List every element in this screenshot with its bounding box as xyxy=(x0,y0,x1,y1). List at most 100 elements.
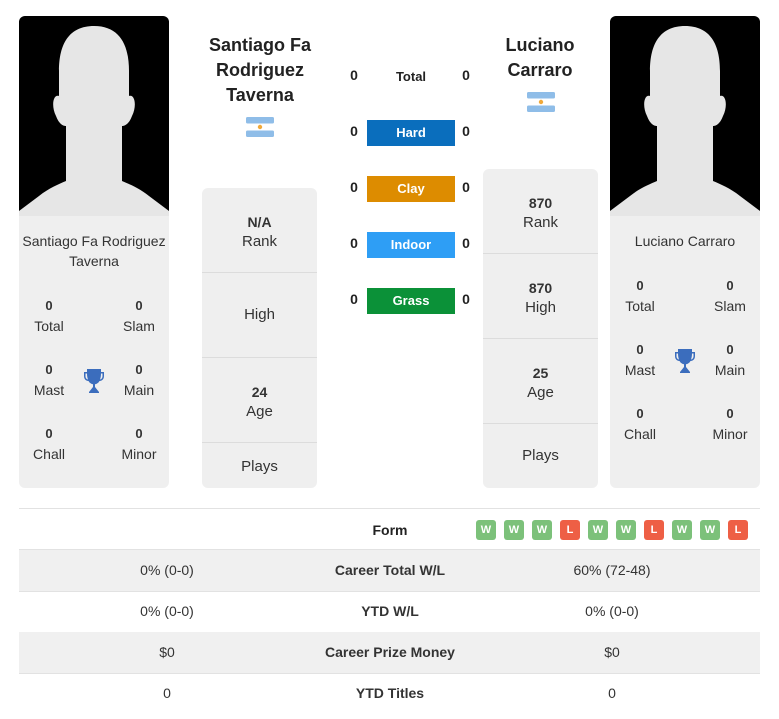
player1-name[interactable]: Santiago Fa Rodriguez Taverna xyxy=(180,33,340,108)
player2-rank: 870 Rank xyxy=(483,169,598,254)
player1-titles-total: 0 Total xyxy=(19,296,79,336)
form-badge-win: W xyxy=(532,520,552,540)
player2-titles-mast: 0 Mast xyxy=(610,340,670,380)
label: High xyxy=(525,299,556,316)
label: Mast xyxy=(624,362,656,378)
value: 0 xyxy=(135,298,143,313)
label: Age xyxy=(527,384,554,401)
h2h-clay-p1: 0 xyxy=(350,179,358,195)
value: N/A xyxy=(247,214,272,230)
h2h-hard-p2: 0 xyxy=(462,123,470,139)
value: 0 xyxy=(45,298,53,313)
player1-value: $0 xyxy=(159,644,175,660)
silhouette-icon xyxy=(19,26,169,216)
player2-card-name: Luciano Carraro xyxy=(610,231,760,251)
table-row-ytd-titles: 0 YTD Titles 0 xyxy=(19,673,760,714)
value: 870 xyxy=(528,195,553,211)
h2h-total-label: Total xyxy=(395,69,427,84)
player1-card-name-line1: Santiago Fa Rodriguez xyxy=(22,233,166,249)
h2h-grass-p2: 0 xyxy=(462,291,470,307)
label: Slam xyxy=(714,298,746,314)
form-badge-win: W xyxy=(672,520,692,540)
label: Chall xyxy=(33,446,65,462)
player2-photo xyxy=(610,16,760,216)
table-row-career-prize-money: $0 Career Prize Money $0 xyxy=(19,632,760,673)
player1-name-line1: Santiago Fa xyxy=(208,35,311,55)
label: High xyxy=(244,306,275,323)
surface-indoor-label: Indoor xyxy=(367,232,455,258)
label: Age xyxy=(246,403,273,420)
player1-card-name-line2: Taverna xyxy=(69,253,119,269)
table-row-career-total-wl: 0% (0-0) Career Total W/L 60% (72-48) xyxy=(19,550,760,591)
row-label: YTD W/L xyxy=(361,603,419,619)
value: 0 xyxy=(636,278,644,293)
player1-plays: Plays xyxy=(202,443,317,488)
h2h-total-p1: 0 xyxy=(350,67,358,83)
label: Minor xyxy=(712,426,748,442)
label: Rank xyxy=(522,214,559,231)
value: 0 xyxy=(636,406,644,421)
player2-info-panel: 870 Rank 870 High 25 Age Plays xyxy=(483,169,598,488)
player2-plays: Plays xyxy=(483,424,598,488)
label: Main xyxy=(123,382,155,398)
h2h-clay-p2: 0 xyxy=(462,179,470,195)
silhouette-icon xyxy=(610,26,760,216)
player2-name-line2: Carraro xyxy=(507,60,573,80)
player1-name-line2: Rodriguez xyxy=(216,60,304,80)
player2-titles-chall: 0 Chall xyxy=(610,404,670,444)
argentina-flag-icon xyxy=(527,92,555,112)
h2h-indoor-p2: 0 xyxy=(462,235,470,251)
player2-value: 0% (0-0) xyxy=(585,603,639,619)
trophy-icon xyxy=(674,348,696,374)
label: Total xyxy=(34,318,64,334)
label: Main xyxy=(714,362,746,378)
player1-card-name: Santiago Fa Rodriguez Taverna xyxy=(19,231,169,271)
player1-titles-mast: 0 Mast xyxy=(19,360,79,400)
player2-titles-slam: 0 Slam xyxy=(700,276,760,316)
form-badge-win: W xyxy=(700,520,720,540)
player2-card: Luciano Carraro 0 Total 0 Slam 0 Mast 0 … xyxy=(610,16,760,488)
player2-age: 25 Age xyxy=(483,339,598,424)
trophy-icon xyxy=(83,368,105,394)
label: Total xyxy=(625,298,655,314)
label: Minor xyxy=(121,446,157,462)
value: 0 xyxy=(636,342,644,357)
player1-card: Santiago Fa Rodriguez Taverna 0 Total 0 … xyxy=(19,16,169,488)
h2h-hard-p1: 0 xyxy=(350,123,358,139)
label: Rank xyxy=(241,233,278,250)
player2-card-name-line1: Luciano Carraro xyxy=(634,233,736,249)
player1-value: 0% (0-0) xyxy=(140,603,194,619)
value: 870 xyxy=(528,280,553,296)
player2-titles-total: 0 Total xyxy=(610,276,670,316)
player2-name-line1: Luciano xyxy=(505,35,575,55)
player1-value: 0 xyxy=(163,685,171,701)
h2h-indoor-p1: 0 xyxy=(350,235,358,251)
surface-hard-label: Hard xyxy=(367,120,455,146)
value: 0 xyxy=(45,362,53,377)
value: 0 xyxy=(726,406,734,421)
player1-info-panel: N/A Rank High 24 Age Plays xyxy=(202,188,317,488)
row-label: YTD Titles xyxy=(355,685,425,701)
player2-name[interactable]: Luciano Carraro xyxy=(460,33,620,83)
player1-photo xyxy=(19,16,169,216)
player1-value: 0% (0-0) xyxy=(140,562,194,578)
form-badge-loss: L xyxy=(644,520,664,540)
label: Mast xyxy=(33,382,65,398)
form-label: Form xyxy=(372,522,408,538)
player2-titles-minor: 0 Minor xyxy=(700,404,760,444)
table-row-ytd-wl: 0% (0-0) YTD W/L 0% (0-0) xyxy=(19,591,760,632)
player2-value: $0 xyxy=(604,644,620,660)
form-badge-win: W xyxy=(504,520,524,540)
label: Plays xyxy=(241,458,278,475)
player2-value: 0 xyxy=(608,685,616,701)
label: Plays xyxy=(522,447,559,464)
value: 0 xyxy=(45,426,53,441)
surface-grass-label: Grass xyxy=(367,288,455,314)
form-badge-win: W xyxy=(476,520,496,540)
row-label: Career Total W/L xyxy=(334,562,446,578)
player1-titles-slam: 0 Slam xyxy=(109,296,169,336)
form-badge-win: W xyxy=(616,520,636,540)
label: Slam xyxy=(123,318,155,334)
h2h-grass-p1: 0 xyxy=(350,291,358,307)
player2-value: 60% (72-48) xyxy=(573,562,651,578)
